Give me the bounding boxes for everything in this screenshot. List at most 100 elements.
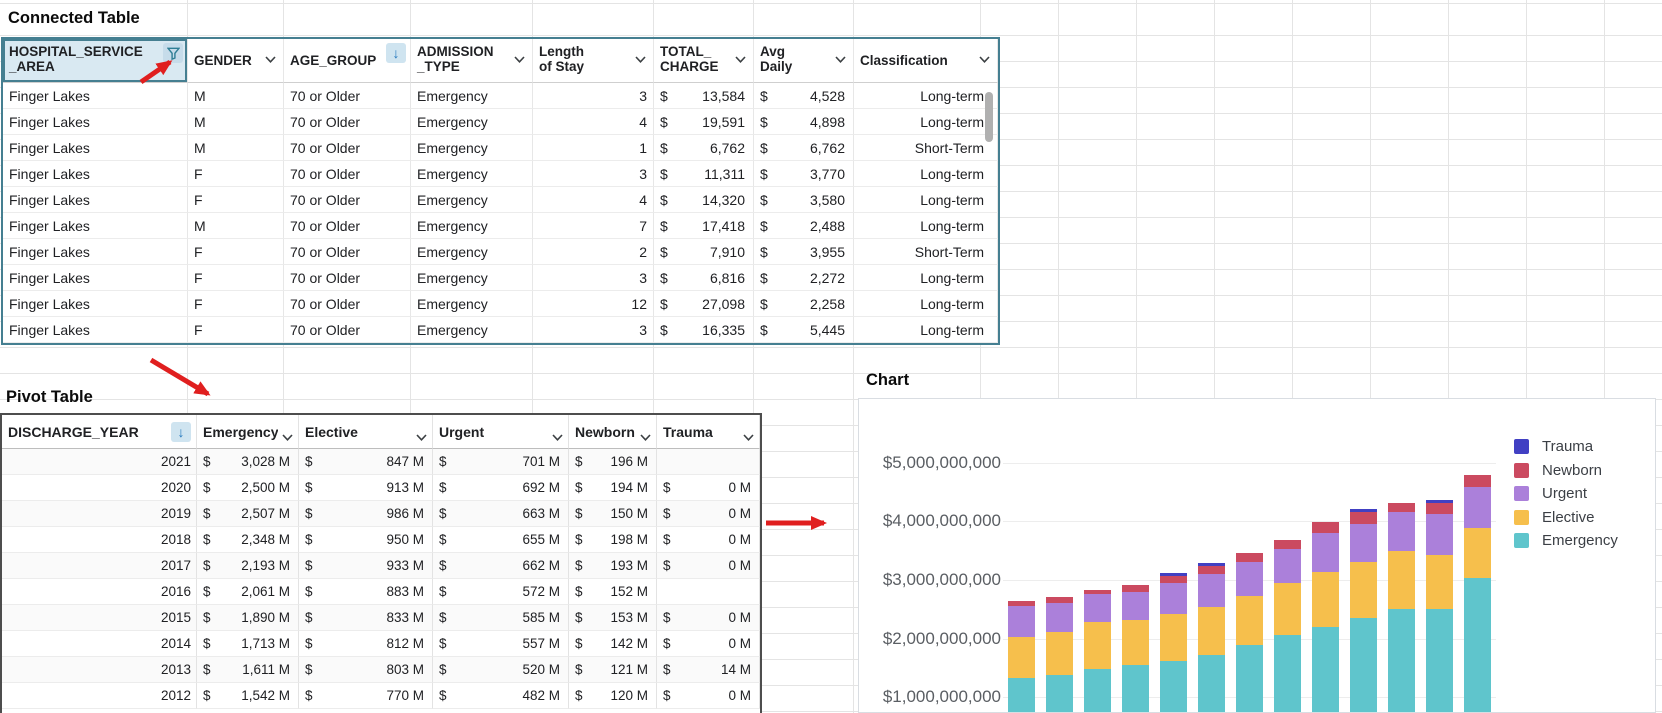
- cell-currency[interactable]: $692 M: [433, 475, 569, 501]
- cell-currency[interactable]: $986 M: [299, 501, 433, 527]
- cell[interactable]: 70 or Older: [284, 187, 411, 213]
- chevron-down-icon[interactable]: [635, 51, 646, 66]
- column-header-gender[interactable]: GENDER: [188, 39, 284, 83]
- cell[interactable]: Finger Lakes: [3, 213, 188, 239]
- chevron-down-icon[interactable]: [282, 428, 293, 444]
- cell[interactable]: F: [188, 291, 284, 317]
- pivot-column-header-elective[interactable]: Elective: [299, 415, 433, 449]
- cell-currency[interactable]: $4,898: [754, 109, 854, 135]
- cell-currency[interactable]: $0 M: [657, 527, 760, 553]
- cell[interactable]: F: [188, 187, 284, 213]
- cell[interactable]: Emergency: [411, 109, 533, 135]
- cell[interactable]: M: [188, 109, 284, 135]
- column-header-classification[interactable]: Classification: [854, 39, 998, 83]
- cell-currency[interactable]: $655 M: [433, 527, 569, 553]
- cell[interactable]: Short-Term: [854, 239, 998, 265]
- cell[interactable]: M: [188, 135, 284, 161]
- cell-currency[interactable]: $0 M: [657, 631, 760, 657]
- cell[interactable]: Emergency: [411, 291, 533, 317]
- vertical-scrollbar-thumb[interactable]: [985, 92, 993, 142]
- cell-currency[interactable]: $1,890 M: [197, 605, 299, 631]
- cell-currency[interactable]: $883 M: [299, 579, 433, 605]
- cell[interactable]: 4: [533, 109, 654, 135]
- cell[interactable]: 12: [533, 291, 654, 317]
- cell-currency[interactable]: $1,611 M: [197, 657, 299, 683]
- cell[interactable]: 70 or Older: [284, 239, 411, 265]
- cell-currency[interactable]: $770 M: [299, 683, 433, 709]
- cell[interactable]: 70 or Older: [284, 109, 411, 135]
- cell[interactable]: Emergency: [411, 265, 533, 291]
- cell[interactable]: M: [188, 213, 284, 239]
- cell-year[interactable]: 2020: [2, 475, 197, 501]
- cell[interactable]: 70 or Older: [284, 161, 411, 187]
- cell[interactable]: Long-term: [854, 317, 998, 343]
- cell[interactable]: Long-term: [854, 213, 998, 239]
- cell[interactable]: Finger Lakes: [3, 187, 188, 213]
- cell-currency[interactable]: $14,320: [654, 187, 754, 213]
- cell-currency[interactable]: $198 M: [569, 527, 657, 553]
- cell-currency[interactable]: $152 M: [569, 579, 657, 605]
- chevron-down-icon[interactable]: [416, 428, 427, 444]
- cell[interactable]: F: [188, 239, 284, 265]
- cell[interactable]: Long-term: [854, 265, 998, 291]
- chevron-down-icon[interactable]: [735, 51, 746, 66]
- cell[interactable]: 1: [533, 135, 654, 161]
- cell-currency[interactable]: $2,193 M: [197, 553, 299, 579]
- cell-currency[interactable]: $847 M: [299, 449, 433, 475]
- cell[interactable]: 7: [533, 213, 654, 239]
- cell-currency[interactable]: $19,591: [654, 109, 754, 135]
- cell-currency[interactable]: $13,584: [654, 83, 754, 109]
- cell-currency[interactable]: $3,955: [754, 239, 854, 265]
- cell[interactable]: Long-term: [854, 161, 998, 187]
- column-header-length[interactable]: Length of Stay: [533, 39, 654, 83]
- cell[interactable]: 3: [533, 265, 654, 291]
- cell[interactable]: Finger Lakes: [3, 109, 188, 135]
- cell-currency[interactable]: $2,258: [754, 291, 854, 317]
- chevron-down-icon[interactable]: [552, 428, 563, 444]
- cell[interactable]: 3: [533, 161, 654, 187]
- cell[interactable]: Long-term: [854, 109, 998, 135]
- cell-currency[interactable]: $16,335: [654, 317, 754, 343]
- cell[interactable]: 70 or Older: [284, 317, 411, 343]
- pivot-column-header-discharge-year[interactable]: DISCHARGE_YEAR ↓: [2, 415, 197, 449]
- cell[interactable]: 2: [533, 239, 654, 265]
- cell[interactable]: 70 or Older: [284, 265, 411, 291]
- column-header-age-group[interactable]: AGE_GROUP ↓: [284, 39, 411, 83]
- chevron-down-icon[interactable]: [835, 51, 846, 66]
- cell-currency[interactable]: $6,762: [754, 135, 854, 161]
- cell-currency[interactable]: $2,488: [754, 213, 854, 239]
- cell-currency[interactable]: $4,528: [754, 83, 854, 109]
- cell-currency[interactable]: $803 M: [299, 657, 433, 683]
- cell[interactable]: Long-term: [854, 291, 998, 317]
- pivot-column-header-emergency[interactable]: Emergency: [197, 415, 299, 449]
- cell-year[interactable]: 2015: [2, 605, 197, 631]
- cell-currency[interactable]: $120 M: [569, 683, 657, 709]
- cell[interactable]: Long-term: [854, 83, 998, 109]
- cell[interactable]: Emergency: [411, 239, 533, 265]
- cell-currency[interactable]: $14 M: [657, 657, 760, 683]
- cell[interactable]: 70 or Older: [284, 135, 411, 161]
- filter-icon[interactable]: [163, 43, 183, 63]
- cell-year[interactable]: 2014: [2, 631, 197, 657]
- cell[interactable]: Emergency: [411, 187, 533, 213]
- cell[interactable]: Short-Term: [854, 135, 998, 161]
- cell[interactable]: F: [188, 317, 284, 343]
- cell-currency[interactable]: $2,507 M: [197, 501, 299, 527]
- cell[interactable]: Emergency: [411, 83, 533, 109]
- cell[interactable]: Finger Lakes: [3, 239, 188, 265]
- cell-currency[interactable]: $2,348 M: [197, 527, 299, 553]
- cell-currency[interactable]: $0 M: [657, 605, 760, 631]
- cell-currency[interactable]: $663 M: [433, 501, 569, 527]
- chevron-down-icon[interactable]: [514, 51, 525, 66]
- cell[interactable]: Finger Lakes: [3, 83, 188, 109]
- cell-year[interactable]: 2019: [2, 501, 197, 527]
- cell-currency[interactable]: [657, 449, 760, 475]
- cell-currency[interactable]: $3,770: [754, 161, 854, 187]
- cell-year[interactable]: 2013: [2, 657, 197, 683]
- cell-currency[interactable]: $17,418: [654, 213, 754, 239]
- cell[interactable]: Finger Lakes: [3, 161, 188, 187]
- cell[interactable]: Finger Lakes: [3, 291, 188, 317]
- cell-currency[interactable]: $150 M: [569, 501, 657, 527]
- cell-year[interactable]: 2021: [2, 449, 197, 475]
- cell[interactable]: F: [188, 161, 284, 187]
